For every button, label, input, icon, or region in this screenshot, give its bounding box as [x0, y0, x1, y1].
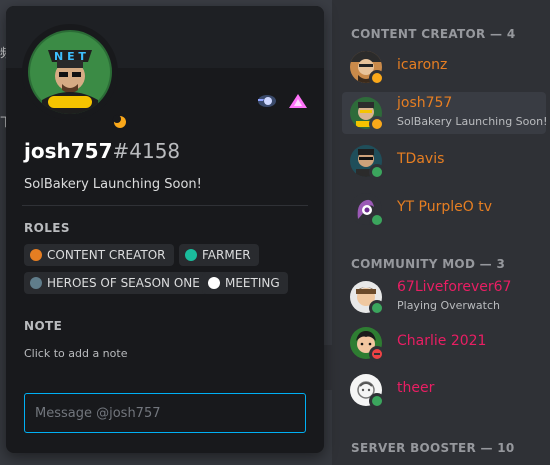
note-heading: NOTE: [24, 319, 63, 333]
status-dnd-icon: [369, 346, 385, 362]
member-name: josh757: [397, 95, 453, 111]
member-activity: SolBakery Launching Soon!: [397, 115, 548, 128]
avatar: [350, 327, 385, 362]
divider: [22, 205, 308, 206]
role-color-dot: [30, 277, 42, 289]
avatar: [350, 193, 385, 228]
role-meeting[interactable]: MEETING: [202, 272, 288, 294]
role-label: CONTENT CREATOR: [47, 248, 166, 262]
member-name: TDavis: [397, 151, 445, 167]
role-label: HEROES OF SEASON ONE: [47, 276, 200, 290]
role-heroes-of-season-one[interactable]: HEROES OF SEASON ONE: [24, 272, 208, 294]
profile-username: josh757#4158: [24, 139, 180, 163]
member-item-theer[interactable]: theer: [342, 369, 546, 411]
note-input[interactable]: Click to add a note: [24, 347, 127, 360]
status-online-icon: [369, 300, 385, 316]
role-color-dot: [185, 249, 197, 261]
member-name: Charlie 2021: [397, 333, 487, 349]
chat-scroll-strip: [324, 345, 332, 390]
member-group-header: CONTENT CREATOR — 4: [351, 27, 516, 41]
member-name: icaronz: [397, 57, 448, 73]
user-profile-popout: N E T josh757#4158 SolBakery Launching S…: [6, 6, 324, 453]
role-content-creator[interactable]: CONTENT CREATOR: [24, 244, 174, 266]
roles-heading: ROLES: [24, 221, 70, 235]
status-online-icon: [369, 164, 385, 180]
member-name: theer: [397, 380, 435, 396]
avatar: [350, 51, 385, 86]
boost-badge-icon[interactable]: [288, 93, 308, 113]
member-item-icaronz[interactable]: icaronz: [342, 46, 546, 88]
avatar: [350, 281, 385, 316]
member-group-header: COMMUNITY MOD — 3: [351, 257, 506, 271]
profile-avatar[interactable]: N E T: [22, 24, 128, 130]
avatar: [350, 97, 385, 132]
avatar: [350, 374, 385, 409]
status-idle-icon: [369, 70, 385, 86]
status-idle-icon: [112, 114, 128, 130]
profile-badges: [251, 92, 308, 113]
status-online-icon: [369, 393, 385, 409]
message-input[interactable]: [24, 393, 306, 433]
member-list: CONTENT CREATOR — 4 icaronz josh757 SolB…: [332, 0, 550, 465]
member-item-josh757[interactable]: josh757 SolBakery Launching Soon!: [342, 92, 548, 134]
avatar: N E T: [28, 30, 112, 114]
member-name: 67Liveforever67: [397, 279, 512, 295]
role-label: MEETING: [225, 276, 280, 290]
member-group-header: SERVER BOOSTER — 10: [351, 441, 515, 455]
member-item-yt-purpleo-tv[interactable]: YT PurpleO tv: [342, 188, 546, 230]
role-color-dot: [208, 277, 220, 289]
member-name: YT PurpleO tv: [397, 199, 493, 215]
role-color-dot: [30, 249, 42, 261]
member-activity: Playing Overwatch: [397, 299, 500, 312]
hypesquad-balance-badge-icon[interactable]: [257, 93, 277, 113]
username-text: josh757: [24, 139, 113, 163]
member-item-67liveforever67[interactable]: 67Liveforever67 Playing Overwatch: [342, 276, 546, 318]
custom-status: SolBakery Launching Soon!: [24, 177, 202, 192]
discriminator-text: #4158: [112, 139, 181, 163]
status-online-icon: [369, 212, 385, 228]
status-idle-icon: [369, 116, 385, 132]
member-item-charlie-2021[interactable]: Charlie 2021: [342, 322, 546, 364]
avatar: [350, 145, 385, 180]
role-farmer[interactable]: FARMER: [179, 244, 259, 266]
role-label: FARMER: [202, 248, 251, 262]
member-item-tdavis[interactable]: TDavis: [342, 140, 546, 182]
